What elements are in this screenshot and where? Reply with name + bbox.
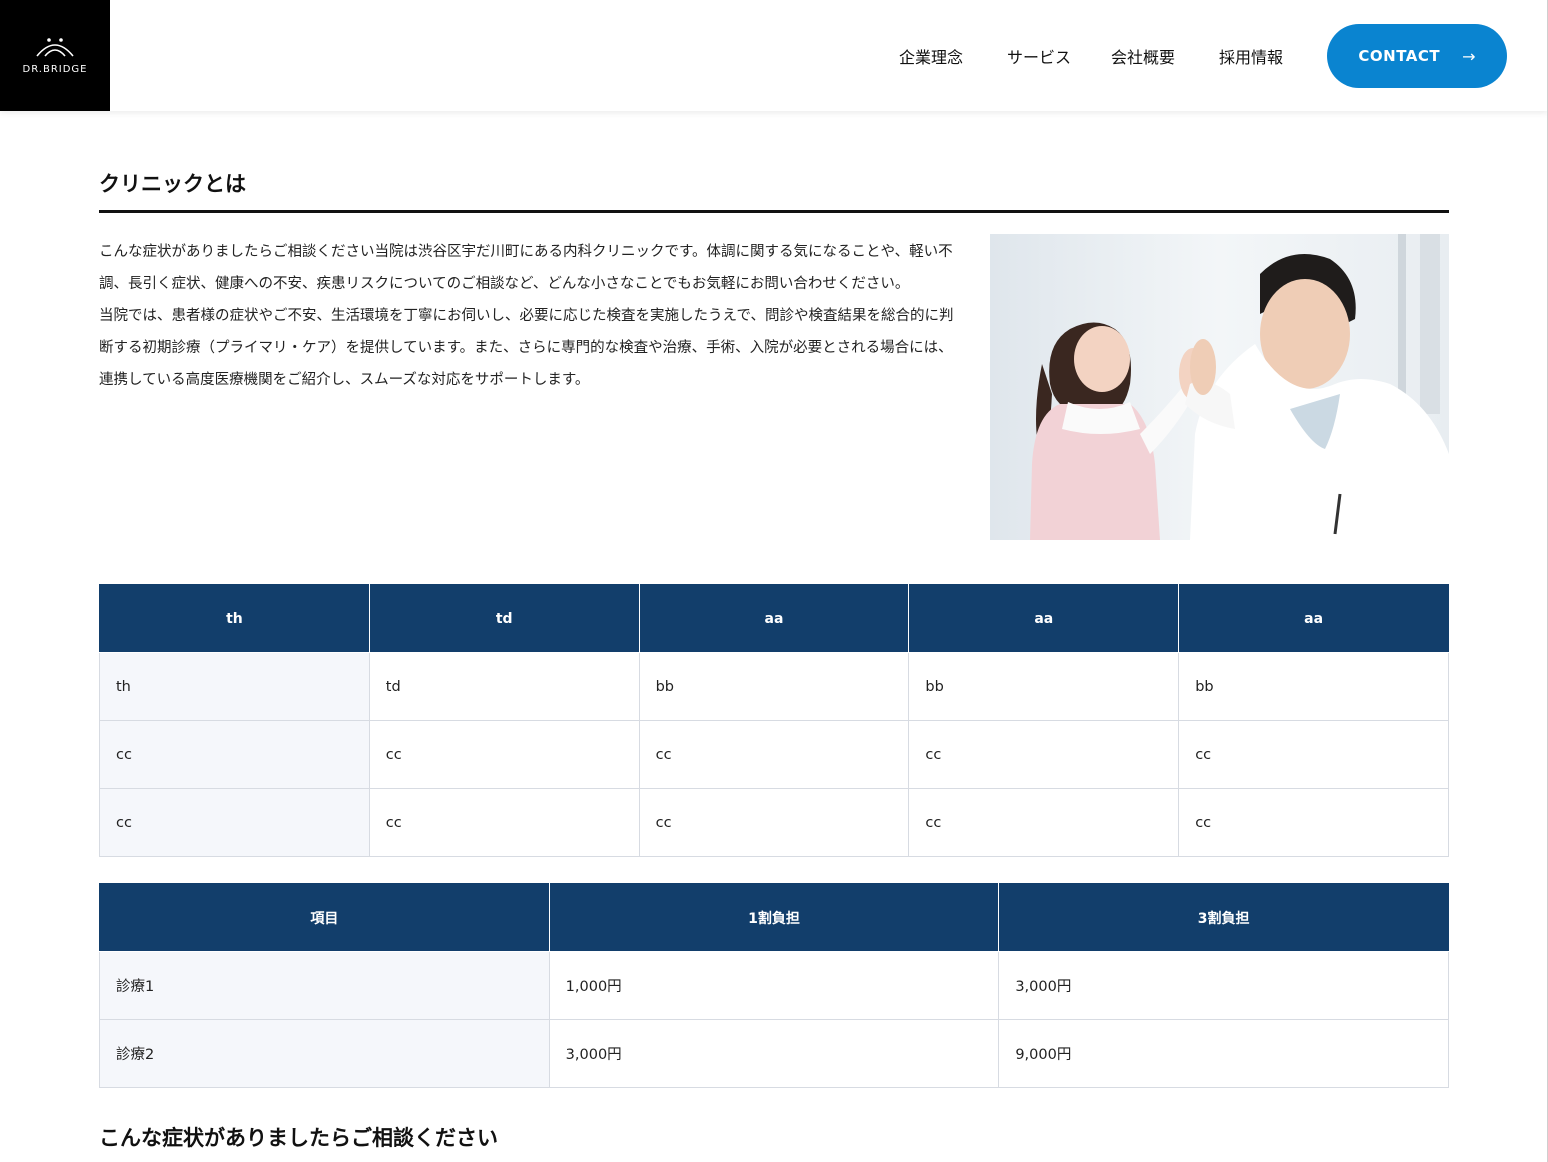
table-cell: cc bbox=[368, 720, 640, 789]
data-table-1: th td aa aa aa th td bb bb bb cc cc cc c… bbox=[99, 584, 1449, 857]
table-cell: cc bbox=[638, 788, 910, 857]
table-header-cell: 3割負担 bbox=[998, 883, 1449, 952]
contact-button-label: CONTACT bbox=[1358, 47, 1441, 65]
table-header-row: th td aa aa aa bbox=[99, 584, 1449, 653]
arrow-right-icon: → bbox=[1462, 46, 1476, 66]
table-header-cell: td bbox=[368, 584, 640, 653]
table-cell: th bbox=[99, 652, 370, 721]
nav-item-philosophy[interactable]: 企業理念 bbox=[899, 44, 963, 68]
table-cell: cc bbox=[908, 788, 1180, 857]
table-header-cell: aa bbox=[1178, 584, 1449, 653]
table-header-cell: 1割負担 bbox=[548, 883, 1000, 952]
clinic-photo bbox=[990, 234, 1449, 540]
site-logo[interactable]: DR.BRIDGE bbox=[0, 0, 110, 111]
doctor-child-photo-image bbox=[990, 234, 1449, 540]
browser-viewport: DR.BRIDGE 企業理念 サービス 会社概要 採用情報 CONTACT → … bbox=[0, 0, 1548, 1162]
table-cell: bb bbox=[1178, 652, 1449, 721]
bridge-logo-icon bbox=[36, 38, 74, 57]
nav-item-company[interactable]: 会社概要 bbox=[1111, 44, 1175, 68]
contact-button[interactable]: CONTACT → bbox=[1327, 24, 1507, 88]
table-row: 診療1 1,000円 3,000円 bbox=[99, 951, 1449, 1020]
table-header-row: 項目 1割負担 3割負担 bbox=[99, 883, 1449, 952]
table-header-cell: th bbox=[99, 584, 370, 653]
table-row: th td bb bb bb bbox=[99, 652, 1449, 721]
table-cell: cc bbox=[638, 720, 910, 789]
table-cell: 3,000円 bbox=[998, 951, 1449, 1020]
nav-item-service[interactable]: サービス bbox=[1007, 44, 1071, 68]
table-row: 診療2 3,000円 9,000円 bbox=[99, 1019, 1449, 1088]
section-title-symptoms: こんな症状がありましたらご相談ください bbox=[99, 1126, 498, 1150]
logo-text: DR.BRIDGE bbox=[22, 64, 88, 75]
table-cell: cc bbox=[1178, 788, 1449, 857]
table-cell: cc bbox=[1178, 720, 1449, 789]
title-divider bbox=[99, 210, 1449, 213]
intro-text: こんな症状がありましたらご相談ください当院は渋谷区宇だ川町にある内科クリニックで… bbox=[99, 236, 963, 396]
table-row: cc cc cc cc cc bbox=[99, 788, 1449, 857]
table-header-cell: 項目 bbox=[99, 883, 550, 952]
site-header: DR.BRIDGE 企業理念 サービス 会社概要 採用情報 CONTACT → bbox=[0, 0, 1547, 111]
table-cell: 3,000円 bbox=[548, 1019, 1000, 1088]
table-cell: bb bbox=[638, 652, 910, 721]
intro-paragraph-2: 当院では、患者様の症状やご不安、生活環境を丁寧にお伺いし、必要に応じた検査を実施… bbox=[99, 308, 954, 388]
table-cell: cc bbox=[99, 720, 370, 789]
table-cell: cc bbox=[368, 788, 640, 857]
table-cell: bb bbox=[908, 652, 1180, 721]
table-header-cell: aa bbox=[908, 584, 1180, 653]
table-cell: cc bbox=[908, 720, 1180, 789]
table-cell: 診療1 bbox=[99, 951, 550, 1020]
table-cell: 診療2 bbox=[99, 1019, 550, 1088]
table-row: cc cc cc cc cc bbox=[99, 720, 1449, 789]
price-table: 項目 1割負担 3割負担 診療1 1,000円 3,000円 診療2 3,000… bbox=[99, 883, 1449, 1088]
table-cell: td bbox=[368, 652, 640, 721]
table-header-cell: aa bbox=[638, 584, 910, 653]
intro-paragraph-1: こんな症状がありましたらご相談ください当院は渋谷区宇だ川町にある内科クリニックで… bbox=[99, 244, 953, 292]
table-cell: 1,000円 bbox=[548, 951, 1000, 1020]
table-cell: cc bbox=[99, 788, 370, 857]
section-title: クリニックとは bbox=[99, 172, 246, 196]
nav-item-recruit[interactable]: 採用情報 bbox=[1219, 44, 1283, 68]
table-cell: 9,000円 bbox=[998, 1019, 1449, 1088]
